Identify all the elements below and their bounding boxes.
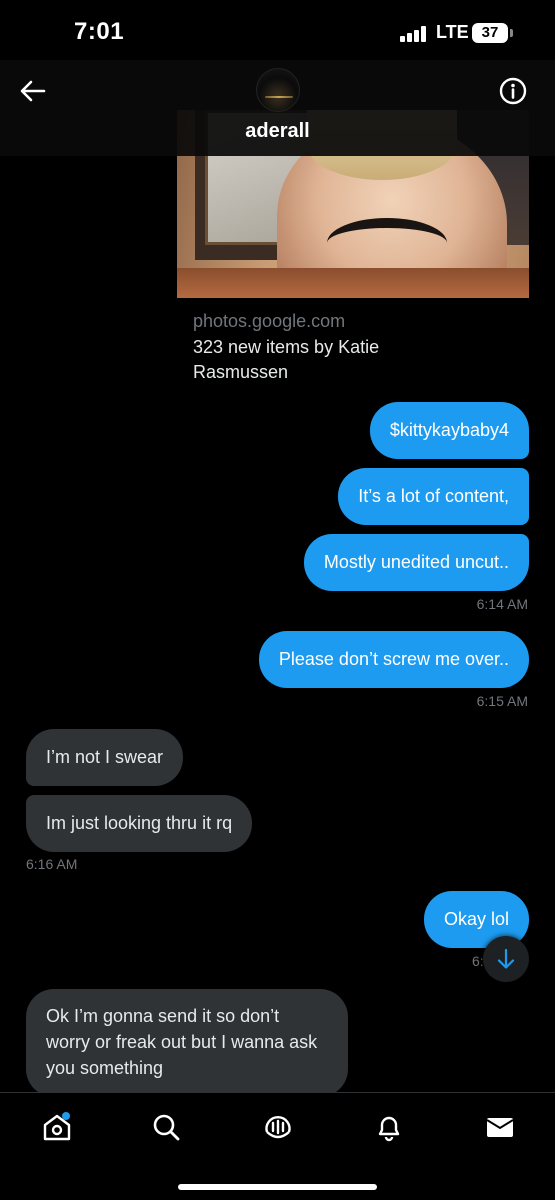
info-icon[interactable] (498, 76, 528, 106)
notifications-icon[interactable] (373, 1111, 405, 1143)
outgoing-message[interactable]: Mostly unedited uncut.. (303, 534, 529, 591)
outgoing-message[interactable]: Please don’t screw me over.. (258, 631, 529, 688)
cellular-signal-icon (400, 26, 430, 42)
messages-icon[interactable] (484, 1111, 516, 1143)
incoming-message[interactable]: Im just looking thru it rq (26, 795, 253, 852)
contact-name[interactable]: aderall (0, 120, 555, 143)
link-title[interactable]: 323 new items by Katie Rasmussen (193, 335, 453, 385)
home-indicator (178, 1184, 377, 1190)
status-time: 7:01 (74, 18, 125, 45)
battery-icon: 37 (472, 23, 508, 43)
outgoing-message[interactable]: $kittykaybaby4 (369, 402, 529, 459)
message-timestamp: 6:14 AM (476, 596, 528, 612)
home-icon[interactable] (41, 1111, 73, 1143)
incoming-message[interactable]: I’m not I swear (26, 729, 184, 786)
conversation-header: aderall (0, 60, 555, 156)
battery-tip (510, 29, 513, 37)
network-type: LTE (436, 22, 469, 42)
incoming-message[interactable]: Ok I’m gonna send it so don’t worry or f… (26, 989, 348, 1097)
message-timestamp: 6:16 AM (26, 856, 78, 872)
back-arrow-icon[interactable] (18, 76, 48, 106)
message-timestamp: 6: (472, 953, 484, 969)
status-bar: 7:01 LTE 37 (0, 0, 555, 60)
message-timestamp: 6:15 AM (476, 693, 528, 709)
arrow-down-icon (497, 948, 515, 969)
search-icon[interactable] (150, 1111, 182, 1143)
grok-icon[interactable] (262, 1111, 294, 1143)
avatar[interactable] (256, 68, 300, 112)
unread-dot (62, 1112, 70, 1120)
scroll-to-bottom-button[interactable] (483, 936, 529, 982)
outgoing-message[interactable]: It’s a lot of content, (338, 468, 529, 525)
link-domain[interactable]: photos.google.com (193, 311, 345, 332)
